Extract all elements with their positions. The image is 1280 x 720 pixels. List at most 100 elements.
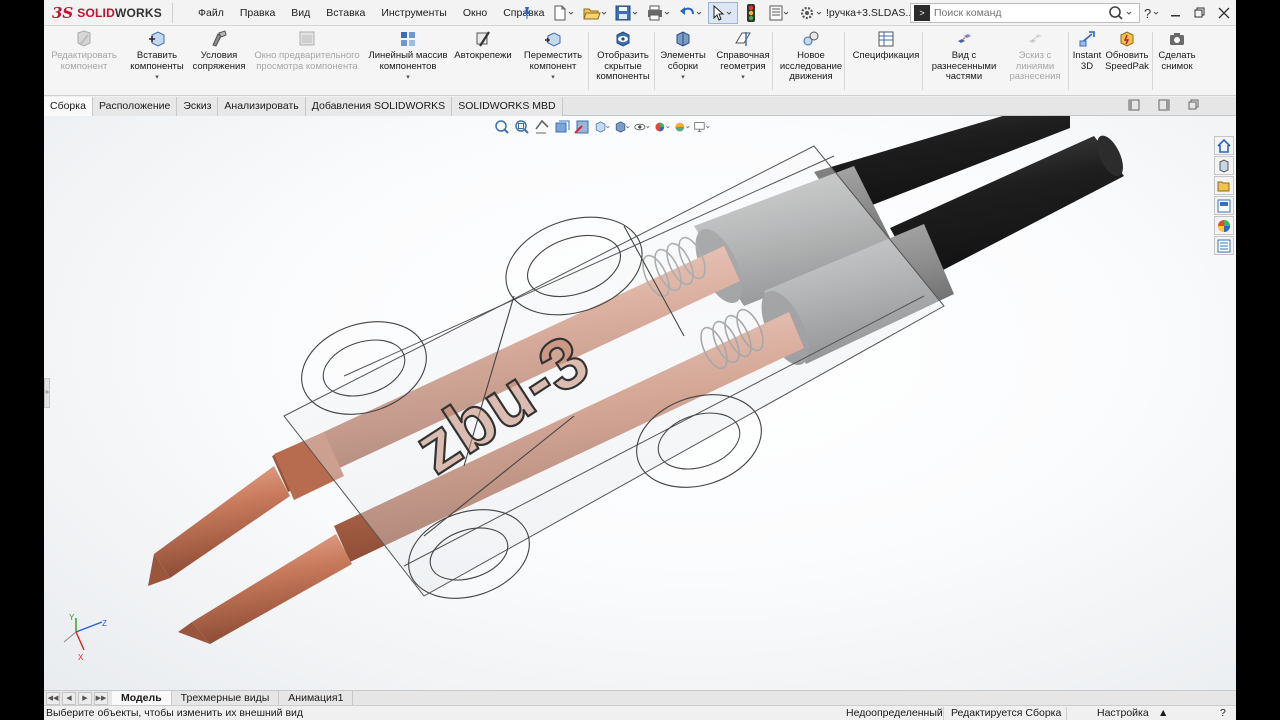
show-hidden-icon [614, 30, 632, 48]
ribbon-insert-components-button[interactable]: Вставить компоненты ▾ [126, 30, 188, 84]
options-icon[interactable] [796, 2, 826, 24]
title-bar: 3S SOLIDWORKS Файл Правка Вид Вставка Ин… [44, 0, 1236, 26]
bottom-tab-0[interactable]: Модель [112, 690, 172, 706]
restore-icon[interactable] [1188, 0, 1212, 26]
ribbon-assembly-features-button[interactable]: Элементы сборки ▾ [658, 30, 708, 84]
menu-window[interactable]: Окно [455, 7, 495, 19]
appearances-icon[interactable] [1214, 216, 1234, 235]
doc-tile-right-icon[interactable] [1158, 99, 1170, 111]
menu-tools[interactable]: Инструменты [373, 7, 454, 19]
traffic-light-icon[interactable] [740, 2, 762, 24]
bottom-tab-1[interactable]: Трехмерные виды [172, 690, 280, 706]
tab-0[interactable]: Сборка [44, 97, 93, 116]
triad-axis-y: Y [69, 614, 75, 622]
ribbon-button-label: Элементы сборки [660, 50, 706, 72]
home-icon[interactable] [1214, 136, 1234, 155]
ribbon-mate-button[interactable]: Условия сопряжения [192, 30, 246, 72]
ribbon-exploded-view-button[interactable]: Вид с разнесенными частями [926, 30, 1002, 83]
file-explorer-icon[interactable] [1214, 176, 1234, 195]
ribbon-show-hidden-button[interactable]: Отобразить скрытые компоненты [590, 30, 656, 83]
save-icon[interactable] [612, 2, 642, 24]
zoom-to-fit-icon[interactable] [494, 119, 510, 135]
solidworks-logo[interactable]: 3S SOLIDWORKS [52, 2, 172, 24]
search-icon[interactable] [1107, 5, 1135, 21]
open-icon[interactable] [580, 2, 610, 24]
graphics-area[interactable]: zbu-3 Y Z X » [44, 116, 1236, 690]
tile-icon[interactable] [1128, 99, 1140, 111]
status-help-icon[interactable]: ? [1220, 706, 1226, 720]
ribbon-button-label: Эскиз с линиями разнесения [1009, 50, 1061, 82]
section-view-icon[interactable] [554, 119, 570, 135]
quick-access-toolbar [548, 2, 826, 24]
chevron-down-icon[interactable]: ▾ [155, 73, 159, 84]
solidworks-window: 3S SOLIDWORKS Файл Правка Вид Вставка Ин… [44, 0, 1236, 720]
ribbon-linear-pattern-button[interactable]: Линейный массив компонентов ▾ [366, 30, 450, 84]
display-style-icon[interactable] [614, 119, 630, 135]
close-icon[interactable] [1212, 0, 1236, 26]
dynamic-annotation-icon[interactable] [574, 119, 590, 135]
view-palette-icon[interactable] [1214, 196, 1234, 215]
search-input[interactable] [934, 7, 1084, 19]
tab-5[interactable]: SOLIDWORKS MBD [452, 97, 563, 116]
hide-show-icon[interactable] [634, 119, 650, 135]
feature-manager-expand-handle[interactable]: » [44, 378, 50, 408]
chevron-down-icon[interactable]: ▾ [551, 73, 555, 84]
tab-scroll-last-icon[interactable]: ▶▶ [94, 691, 108, 705]
menu-view[interactable]: Вид [283, 7, 318, 19]
ribbon-button-label: Вставить компоненты [130, 50, 184, 72]
pin-menu-icon[interactable] [520, 6, 534, 20]
view-settings-icon[interactable] [694, 119, 710, 135]
bottom-tab-2[interactable]: Анимация1 [279, 690, 354, 706]
previous-view-icon[interactable] [534, 119, 550, 135]
command-search[interactable]: > [910, 3, 1140, 23]
ribbon-speedpak-button[interactable]: Обновить SpeedPak [1102, 30, 1152, 72]
tab-scroll-first-icon[interactable]: ◀◀ [46, 691, 60, 705]
tab-4[interactable]: Добавления SOLIDWORKS [305, 97, 453, 116]
view-orientation-icon[interactable] [594, 119, 610, 135]
preview-window-icon [298, 30, 316, 48]
ribbon-button-label: Справочная геометрия [716, 50, 770, 72]
menu-file[interactable]: Файл [190, 7, 232, 19]
chevron-down-icon[interactable]: ▾ [741, 73, 745, 84]
chevron-down-icon[interactable]: ▾ [681, 73, 685, 84]
print-icon[interactable] [644, 2, 674, 24]
tab-1[interactable]: Расположение [92, 97, 178, 116]
status-units[interactable]: Настройка [1097, 706, 1149, 720]
tab-scroll-next-icon[interactable]: ▶ [78, 691, 92, 705]
ribbon-preview-window-button[interactable]: Окно предварительного просмотра компонен… [250, 30, 364, 72]
edit-appearance-icon[interactable] [654, 119, 670, 135]
minimize-icon[interactable] [1164, 0, 1188, 26]
brand-name: SOLIDWORKS [77, 6, 162, 20]
ribbon-move-component-button[interactable]: Переместить компонент ▾ [518, 30, 588, 84]
menu-insert[interactable]: Вставка [318, 7, 373, 19]
apply-scene-icon[interactable] [674, 119, 690, 135]
file-properties-icon[interactable] [764, 2, 794, 24]
new-icon[interactable] [548, 2, 578, 24]
zoom-area-icon[interactable] [514, 119, 530, 135]
ribbon-motion-study-button[interactable]: Новое исследование движения [778, 30, 844, 83]
chevron-down-icon[interactable]: ▾ [406, 73, 410, 84]
menu-edit[interactable]: Правка [232, 7, 283, 19]
custom-properties-icon[interactable] [1214, 236, 1234, 255]
units-up-icon[interactable]: ▲ [1158, 706, 1168, 720]
help-icon[interactable]: ? [1140, 0, 1164, 26]
smart-fasteners-icon [474, 30, 492, 48]
doc-restore-icon[interactable] [1188, 99, 1200, 111]
bill-of-materials-icon [877, 30, 895, 48]
select-icon[interactable] [708, 2, 738, 24]
ribbon-snapshot-button[interactable]: Сделать снимок [1156, 30, 1198, 72]
transparent-handle-body[interactable] [283, 145, 945, 613]
tab-scroll-prev-icon[interactable]: ◀ [62, 691, 76, 705]
ribbon-instant3d-button[interactable]: Instant 3D [1072, 30, 1102, 72]
ds-logo-mark: 3S [52, 4, 74, 22]
ribbon-explode-line-sketch-button[interactable]: Эскиз с линиями разнесения [1004, 30, 1066, 83]
tab-2[interactable]: Эскиз [177, 97, 219, 116]
ribbon-edit-component-button[interactable]: Редактировать компонент [46, 30, 122, 72]
design-library-icon[interactable] [1214, 156, 1234, 175]
assembly-model[interactable]: zbu-3 [44, 116, 1236, 690]
ribbon-smart-fasteners-button[interactable]: Автокрепежи [452, 30, 514, 62]
undo-icon[interactable] [676, 2, 706, 24]
ribbon-bill-of-materials-button[interactable]: Спецификация [848, 30, 924, 62]
tab-3[interactable]: Анализировать [218, 97, 306, 116]
ribbon-reference-geometry-button[interactable]: Справочная геометрия ▾ [712, 30, 774, 84]
